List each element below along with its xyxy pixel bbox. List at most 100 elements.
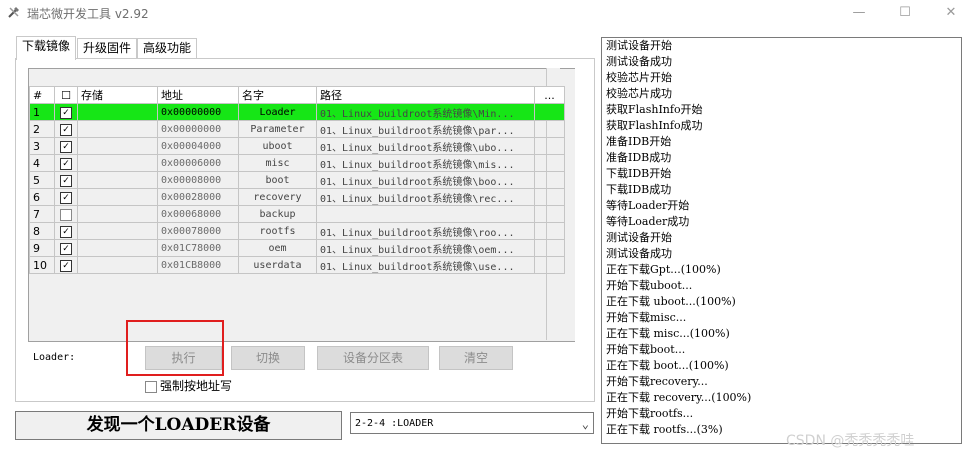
row-address: 0x00078000 bbox=[157, 222, 239, 240]
close-button[interactable]: ✕ bbox=[928, 0, 974, 26]
log-line: 开始下载misc... bbox=[606, 311, 687, 324]
row-index: 9 bbox=[29, 239, 55, 257]
row-name: rootfs bbox=[238, 222, 317, 240]
table-row[interactable]: 6 ✓ 0x00028000 recovery 01、Linux_buildroot系统… bbox=[29, 188, 565, 206]
device-select-value: 2-2-4 :LOADER bbox=[355, 418, 434, 429]
log-line: 测试设备成功 bbox=[606, 55, 672, 68]
row-name: misc bbox=[238, 154, 317, 172]
col-storage[interactable]: 存储 bbox=[77, 86, 158, 104]
log-line: 获取FlashInfo成功 bbox=[606, 119, 703, 132]
col-name[interactable]: 名字 bbox=[238, 86, 317, 104]
log-line: 正在下载 recovery...(100%) bbox=[606, 391, 752, 404]
row-more bbox=[534, 239, 565, 257]
log-line: 正在下载 misc...(100%) bbox=[606, 327, 730, 340]
log-line: 等待Loader开始 bbox=[606, 199, 690, 212]
switch-button[interactable]: 切换 bbox=[231, 346, 305, 370]
window-title: 瑞芯微开发工具 v2.92 bbox=[27, 7, 149, 21]
row-index: 2 bbox=[29, 120, 55, 138]
row-path: 01、Linux_buildroot系统镜像\mis... bbox=[316, 154, 535, 172]
table-row[interactable]: 2 ✓ 0x00000000 Parameter 01、Linux_buildroot系… bbox=[29, 120, 565, 138]
log-line: 准备IDB成功 bbox=[606, 151, 672, 164]
row-checkbox[interactable]: ✓ bbox=[60, 259, 72, 272]
row-index: 10 bbox=[29, 256, 55, 274]
log-line: 等待Loader成功 bbox=[606, 215, 690, 228]
force-address-checkbox[interactable] bbox=[145, 380, 157, 393]
row-more bbox=[534, 205, 565, 223]
table-header-row: # ☐ 存储 地址 名字 路径 ... bbox=[29, 86, 565, 104]
execute-highlight-annotation bbox=[126, 320, 224, 376]
table-row[interactable]: 7 0x00068000 backup bbox=[29, 205, 565, 223]
row-checkbox[interactable]: ✓ bbox=[60, 106, 72, 119]
log-line: 正在下载 uboot...(100%) bbox=[606, 295, 736, 308]
row-storage bbox=[77, 205, 158, 223]
tab-upgrade-firmware[interactable]: 升级固件 bbox=[77, 38, 138, 59]
force-address-label: 强制按地址写 bbox=[160, 379, 233, 393]
row-address: 0x01C78000 bbox=[157, 239, 239, 257]
partition-table-button[interactable]: 设备分区表 bbox=[317, 346, 429, 370]
row-storage bbox=[77, 103, 158, 121]
col-address[interactable]: 地址 bbox=[157, 86, 239, 104]
row-checkbox[interactable]: ✓ bbox=[60, 123, 72, 136]
row-checkbox-cell: ✓ bbox=[54, 188, 78, 206]
row-checkbox-cell bbox=[54, 205, 78, 223]
tab-download-image[interactable]: 下载镜像 bbox=[16, 36, 77, 60]
force-address-option[interactable]: 强制按地址写 bbox=[145, 377, 232, 394]
row-checkbox[interactable]: ✓ bbox=[60, 225, 72, 238]
log-line: 下载IDB开始 bbox=[606, 167, 672, 180]
log-line: 校验芯片成功 bbox=[606, 87, 672, 100]
chevron-down-icon[interactable]: ⌄ bbox=[582, 413, 589, 435]
log-line: 开始下载rootfs... bbox=[606, 407, 694, 420]
row-address: 0x00000000 bbox=[157, 103, 239, 121]
table-row[interactable]: 9 ✓ 0x01C78000 oem 01、Linux_buildroot系统镜像\oe… bbox=[29, 239, 565, 257]
row-index: 8 bbox=[29, 222, 55, 240]
clear-button[interactable]: 清空 bbox=[439, 346, 513, 370]
log-line: 测试设备开始 bbox=[606, 39, 672, 52]
log-output[interactable]: 测试设备开始 测试设备成功 校验芯片开始 校验芯片成功 获取FlashInfo开始 获取F… bbox=[601, 37, 962, 444]
row-checkbox-cell: ✓ bbox=[54, 120, 78, 138]
row-more bbox=[534, 154, 565, 172]
row-storage bbox=[77, 256, 158, 274]
row-checkbox[interactable]: ✓ bbox=[60, 174, 72, 187]
row-more bbox=[534, 256, 565, 274]
col-more[interactable]: ... bbox=[534, 86, 565, 104]
row-checkbox-cell: ✓ bbox=[54, 137, 78, 155]
table-row[interactable]: 8 ✓ 0x00078000 rootfs 01、Linux_buildroot系统镜像… bbox=[29, 222, 565, 240]
row-more bbox=[534, 222, 565, 240]
log-line: 校验芯片开始 bbox=[606, 71, 672, 84]
device-select[interactable]: 2-2-4 :LOADER ⌄ bbox=[350, 412, 594, 434]
row-more bbox=[534, 171, 565, 189]
row-address: 0x00008000 bbox=[157, 171, 239, 189]
minimize-button[interactable]: — bbox=[836, 0, 882, 26]
app-tools-icon bbox=[8, 7, 19, 18]
row-address: 0x00068000 bbox=[157, 205, 239, 223]
table-row[interactable]: 4 ✓ 0x00006000 misc 01、Linux_buildroot系统镜像\m… bbox=[29, 154, 565, 172]
col-path[interactable]: 路径 bbox=[316, 86, 535, 104]
tab-advanced[interactable]: 高级功能 bbox=[137, 38, 198, 59]
row-name: backup bbox=[238, 205, 317, 223]
row-name: Loader bbox=[238, 103, 317, 121]
row-address: 0x00004000 bbox=[157, 137, 239, 155]
row-checkbox[interactable]: ✓ bbox=[60, 242, 72, 255]
row-path bbox=[316, 205, 535, 223]
log-line: 下载IDB成功 bbox=[606, 183, 672, 196]
row-checkbox[interactable]: ✓ bbox=[60, 140, 72, 153]
col-check-all[interactable]: ☐ bbox=[54, 86, 78, 104]
row-index: 3 bbox=[29, 137, 55, 155]
table-row[interactable]: 1 ✓ 0x00000000 Loader 01、Linux_buildroot系统镜像… bbox=[29, 103, 565, 121]
row-more bbox=[534, 137, 565, 155]
row-address: 0x01CB8000 bbox=[157, 256, 239, 274]
row-index: 1 bbox=[29, 103, 55, 121]
row-path: 01、Linux_buildroot系统镜像\par... bbox=[316, 120, 535, 138]
col-index[interactable]: # bbox=[29, 86, 55, 104]
row-index: 7 bbox=[29, 205, 55, 223]
table-row[interactable]: 3 ✓ 0x00004000 uboot 01、Linux_buildroot系统镜像\… bbox=[29, 137, 565, 155]
row-checkbox[interactable]: ✓ bbox=[60, 157, 72, 170]
row-checkbox[interactable] bbox=[60, 208, 72, 221]
row-checkbox-cell: ✓ bbox=[54, 239, 78, 257]
table-row[interactable]: 5 ✓ 0x00008000 boot 01、Linux_buildroot系统镜像\b… bbox=[29, 171, 565, 189]
row-checkbox[interactable]: ✓ bbox=[60, 191, 72, 204]
row-checkbox-cell: ✓ bbox=[54, 171, 78, 189]
table-row[interactable]: 10 ✓ 0x01CB8000 userdata 01、Linux_buildroot系… bbox=[29, 256, 565, 274]
maximize-button[interactable]: ☐ bbox=[882, 0, 928, 26]
log-line: 开始下载uboot... bbox=[606, 279, 693, 292]
